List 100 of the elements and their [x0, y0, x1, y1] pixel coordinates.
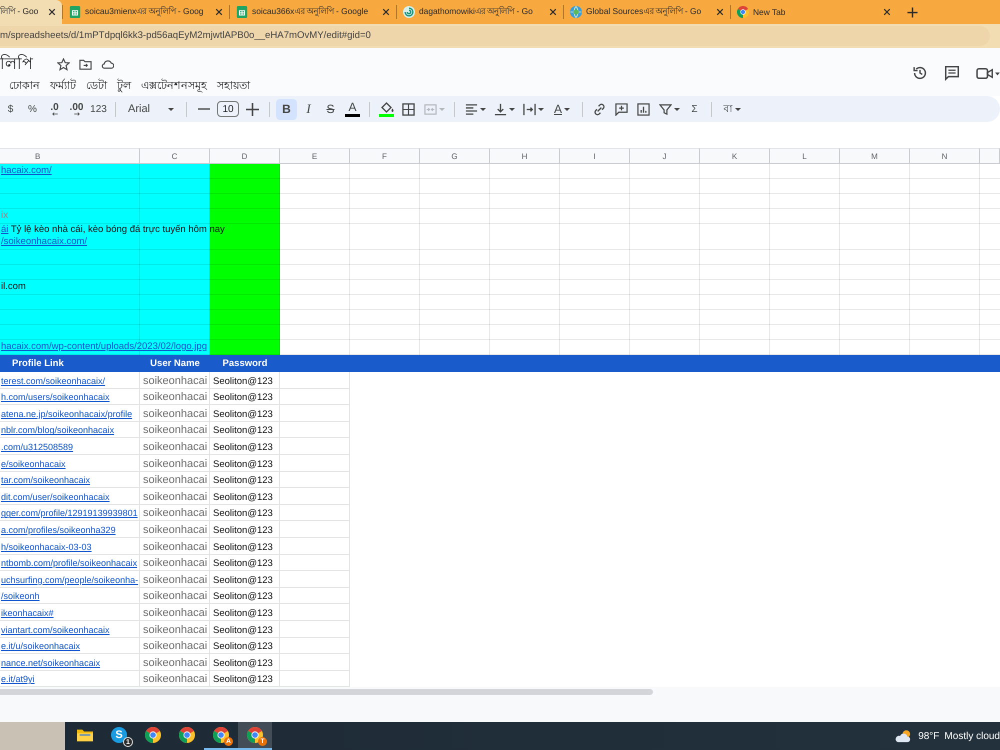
- cell-link[interactable]: tar.com/soikeonhacaix: [1, 475, 90, 486]
- decimal-button[interactable]: .00: [66, 98, 87, 120]
- cell-link[interactable]: h.com/users/soikeonhacaix: [1, 392, 110, 404]
- document-title[interactable]: লিপি: [0, 50, 33, 78]
- column-header[interactable]: C: [140, 148, 210, 164]
- cell-text: soikeonhacai: [143, 590, 208, 604]
- cell-link[interactable]: gger.com/profile/12919139939801: [1, 508, 138, 520]
- cell-link[interactable]: h/soikeonhacaix-03-03: [1, 542, 92, 553]
- text-rotation-button[interactable]: A: [548, 98, 576, 120]
- cell-text: soikeonhacai: [143, 374, 208, 388]
- weather-condition[interactable]: Mostly cloud: [944, 730, 1000, 742]
- cell-link[interactable]: nance.net/soikeonhacaix: [1, 658, 100, 669]
- menu-item[interactable]: ডেটা: [86, 76, 107, 96]
- star-icon[interactable]: [57, 58, 70, 70]
- column-header[interactable]: E: [280, 148, 350, 164]
- cell-link[interactable]: hacaix.com/: [1, 165, 52, 176]
- menu-item[interactable]: ফর্ম্যাট: [50, 76, 76, 96]
- column-header[interactable]: L: [770, 148, 840, 164]
- menu-item[interactable]: ঢোকান: [9, 76, 40, 96]
- toolbar-button[interactable]: %: [22, 98, 43, 120]
- caret-icon: [480, 108, 486, 110]
- column-header[interactable]: D: [210, 148, 280, 164]
- font-dropdown[interactable]: Arial: [122, 98, 180, 120]
- format-toggle[interactable]: B: [276, 98, 297, 120]
- align-bottom-icon: [494, 102, 506, 116]
- cell-link[interactable]: e/soikeonhacaix: [1, 458, 66, 470]
- close-icon[interactable]: [382, 8, 390, 16]
- font-size-field[interactable]: 10: [217, 101, 239, 117]
- browser-tab[interactable]: dagathomowikiএর অনুলিপি - Go: [397, 0, 563, 24]
- cell-link[interactable]: ái: [1, 224, 8, 235]
- column-header[interactable]: H: [490, 148, 560, 164]
- toolbar-button[interactable]: বা: [718, 98, 746, 120]
- browser-tab[interactable]: New Tab: [731, 0, 897, 24]
- cloud-icon[interactable]: [101, 58, 114, 70]
- browser-tab[interactable]: soicau366xএর অনুলিপি - Google: [230, 0, 396, 24]
- format-toggle[interactable]: I: [298, 98, 319, 120]
- align-left-icon: [464, 102, 478, 116]
- spreadsheet-icon: [236, 6, 248, 18]
- cell-link[interactable]: viantart.com/soikeonhacaix: [1, 624, 110, 636]
- cell-text: Seoliton@123: [213, 492, 273, 503]
- cell-link[interactable]: e.it/u/soikeonhacaix: [1, 641, 80, 652]
- caret-icon: [564, 108, 570, 110]
- toolbar-button[interactable]: $: [0, 98, 21, 120]
- text-color-button[interactable]: A: [342, 98, 363, 120]
- cell-text: soikeonhacai: [143, 490, 208, 504]
- column-header[interactable]: J: [630, 148, 700, 164]
- cell-link[interactable]: a.com/profiles/soikeonha329: [1, 524, 116, 536]
- minus-icon: [198, 108, 210, 110]
- browser-icon: [213, 727, 229, 743]
- folder-icon[interactable]: [79, 58, 92, 70]
- cell-text: Seoliton@123: [213, 392, 273, 404]
- photo-placeholder: [0, 722, 65, 750]
- column-header[interactable]: K: [700, 148, 770, 164]
- column-header[interactable]: N: [910, 148, 980, 164]
- decimal-button[interactable]: .0: [44, 98, 65, 120]
- cell-link[interactable]: ikeonhacaix#: [1, 608, 54, 619]
- link-icon: [593, 102, 606, 116]
- column-header[interactable]: I: [560, 148, 630, 164]
- browser-tab[interactable]: soicau3mienxএর অনুলিপি - Goog: [63, 0, 229, 24]
- horizontal-scrollbar[interactable]: [0, 689, 653, 696]
- column-header[interactable]: M: [840, 148, 910, 164]
- caret-icon: [168, 108, 174, 110]
- menu-item[interactable]: এক্সটেনশনসমূহ: [141, 76, 207, 96]
- comment-icon[interactable]: [943, 64, 961, 82]
- close-icon[interactable]: [549, 8, 557, 16]
- temperature[interactable]: 98°F: [918, 730, 940, 742]
- cell-link[interactable]: uchsurfing.com/people/soikeonha-: [1, 574, 138, 586]
- close-icon[interactable]: [883, 8, 891, 16]
- close-icon[interactable]: [716, 8, 724, 16]
- cell-link[interactable]: nblr.com/blog/soikeonhacaix: [1, 425, 114, 436]
- cell-text: soikeonhacai: [143, 507, 208, 520]
- cell-link[interactable]: dit.com/user/soikeonhacaix: [1, 492, 110, 503]
- menu-item[interactable]: সহায়তা: [217, 76, 250, 96]
- close-icon[interactable]: [48, 8, 56, 16]
- plus-icon[interactable]: [907, 6, 918, 18]
- column-header[interactable]: G: [420, 148, 490, 164]
- toolbar-button[interactable]: 123: [88, 98, 109, 120]
- cell-link[interactable]: ntbomb.com/profile/soikeonhacaix: [1, 558, 138, 570]
- format-toggle[interactable]: S: [320, 98, 341, 120]
- cell-link[interactable]: /soikeonh: [1, 591, 40, 602]
- browser-tab[interactable]: Global Sourcesএর অনুলিপি - Go: [564, 0, 730, 24]
- cell-link[interactable]: e.it/at9yi: [1, 674, 35, 686]
- globe-icon: [570, 6, 582, 18]
- cell-text: soikeonhacai: [143, 540, 208, 554]
- browser-icon: [737, 6, 749, 18]
- cell-link[interactable]: hacaix.com/wp-content/uploads/2023/02/logo.jpg: [1, 341, 207, 352]
- cell-text: soikeonhacai: [143, 474, 208, 488]
- column-header[interactable]: F: [350, 148, 420, 164]
- column-header[interactable]: B: [0, 148, 140, 164]
- cell-text: Seoliton@123: [213, 591, 273, 602]
- history-icon[interactable]: [911, 64, 929, 82]
- cell-link[interactable]: atena.ne.jp/soikeonhacaix/profile: [1, 408, 132, 420]
- cell-link[interactable]: terest.com/soikeonhacaix/: [1, 376, 106, 387]
- address-field[interactable]: m/spreadsheets/d/1mPTdpql6kk3-pd56aqEyM2mjwtlAPB0o__eHA7mOvMY/edit#gid=0: [0, 26, 990, 46]
- close-icon[interactable]: [215, 8, 223, 16]
- browser-tab[interactable]: লিপি - Goo: [0, 0, 62, 24]
- toolbar-button[interactable]: Σ: [684, 98, 705, 120]
- cell-link[interactable]: /soikeonhacaix.com/: [1, 236, 88, 247]
- menu-item[interactable]: টুল: [117, 76, 131, 96]
- cell-link[interactable]: .com/u312508589: [1, 442, 74, 453]
